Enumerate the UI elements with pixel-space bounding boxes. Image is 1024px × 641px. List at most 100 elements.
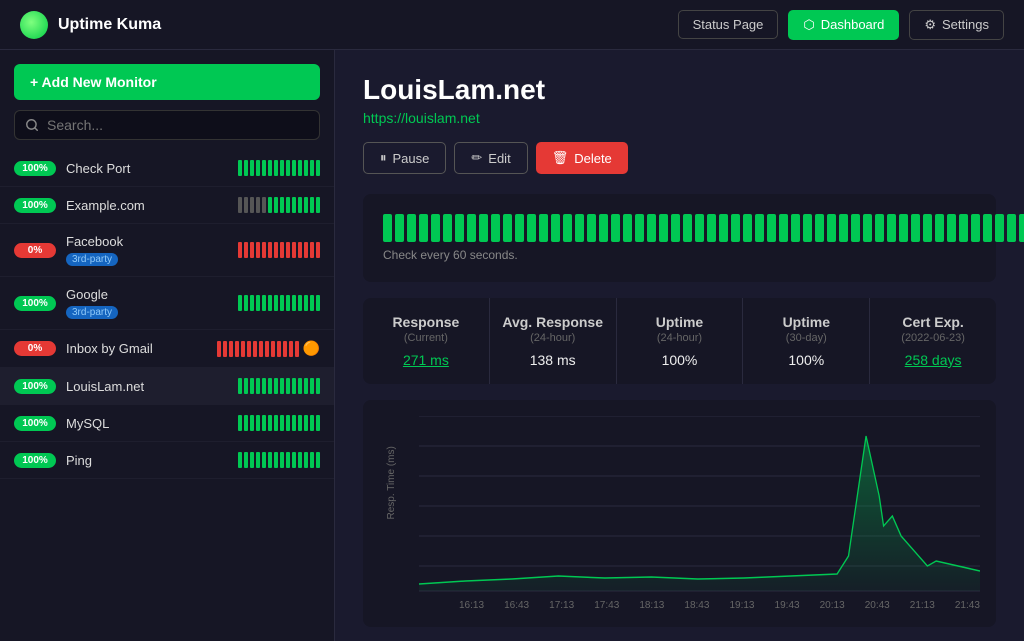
monitor-bars	[238, 160, 320, 176]
monitor-name: Facebook	[66, 234, 232, 249]
edit-button[interactable]: ✏ Edit	[454, 142, 527, 174]
uptime-bar-segment	[467, 214, 476, 242]
bar-segment	[265, 341, 269, 357]
uptime-bars	[383, 214, 1024, 242]
bar-segment	[244, 452, 248, 468]
monitor-list-item-inbox-by-gmail[interactable]: 0% Inbox by Gmail 🟠	[0, 330, 334, 368]
uptime-bar-segment	[575, 214, 584, 242]
monitor-bars	[238, 378, 320, 394]
monitor-name: Ping	[66, 453, 232, 468]
bar-segment	[286, 197, 290, 213]
bar-segment	[289, 341, 293, 357]
check-interval-text: Check every 60 seconds.	[383, 248, 1024, 262]
monitor-list-item-example-com[interactable]: 100% Example.com	[0, 187, 334, 224]
uptime-bar-segment	[719, 214, 728, 242]
response-chart: 1,200 1,000 800 600 400 200 0	[419, 416, 980, 596]
monitor-info: LouisLam.net	[66, 379, 232, 394]
bar-segment	[250, 242, 254, 258]
monitor-bars	[238, 295, 320, 311]
extra-icon: 🟠	[303, 340, 320, 357]
monitor-list-item-ping[interactable]: 100% Ping	[0, 442, 334, 479]
monitor-info: MySQL	[66, 416, 232, 431]
stat-sublabel: (24-hour)	[502, 332, 604, 344]
x-label: 21:43	[955, 600, 980, 611]
monitor-bars	[238, 242, 320, 258]
uptime-bar-segment	[419, 214, 428, 242]
bar-segment	[310, 415, 314, 431]
bar-segment	[298, 242, 302, 258]
x-label: 17:13	[549, 600, 574, 611]
uptime-bar-segment	[479, 214, 488, 242]
uptime-bar-segment	[491, 214, 500, 242]
stat-label: Cert Exp.	[882, 314, 984, 330]
bar-segment	[277, 341, 281, 357]
monitor-info: Ping	[66, 453, 232, 468]
bar-segment	[268, 197, 272, 213]
monitor-badge: 100%	[14, 453, 56, 468]
monitor-bars	[238, 197, 320, 213]
bar-segment	[286, 415, 290, 431]
monitor-list-item-facebook[interactable]: 0% Facebook 3rd-party	[0, 224, 334, 277]
monitor-tag: 3rd-party	[66, 253, 118, 266]
monitor-list-item-check-port[interactable]: 100% Check Port	[0, 150, 334, 187]
uptime-bar-segment	[395, 214, 404, 242]
monitor-list-item-mysql[interactable]: 100% MySQL	[0, 405, 334, 442]
status-page-button[interactable]: Status Page	[678, 10, 779, 39]
monitor-url[interactable]: https://louislam.net	[363, 110, 996, 126]
bar-segment	[292, 242, 296, 258]
monitor-name: Google	[66, 287, 232, 302]
x-label: 20:43	[865, 600, 890, 611]
uptime-bar-segment	[431, 214, 440, 242]
delete-button[interactable]: 🗑 Delete	[536, 142, 628, 174]
bar-segment	[268, 295, 272, 311]
monitor-list-item-louislam-net[interactable]: 100% LouisLam.net	[0, 368, 334, 405]
dashboard-button[interactable]: ⬡ Dashboard	[788, 10, 899, 40]
monitor-info: Check Port	[66, 161, 232, 176]
stats-row: Response (Current) 271 ms Avg. Response …	[363, 298, 996, 384]
stat-sublabel: (2022-06-23)	[882, 332, 984, 344]
monitor-info: Facebook 3rd-party	[66, 234, 232, 266]
uptime-bar-segment	[743, 214, 752, 242]
bar-segment	[310, 295, 314, 311]
stat-value[interactable]: 258 days	[882, 352, 984, 368]
pause-icon: ⏸	[380, 150, 387, 166]
uptime-bar-segment	[1019, 214, 1024, 242]
bar-segment	[286, 452, 290, 468]
bar-segment	[280, 295, 284, 311]
pause-button[interactable]: ⏸ Pause	[363, 142, 446, 174]
uptime-bar-segment	[887, 214, 896, 242]
bar-segment	[244, 242, 248, 258]
add-monitor-button[interactable]: + Add New Monitor	[14, 64, 320, 100]
uptime-bar-segment	[587, 214, 596, 242]
uptime-bar-segment	[863, 214, 872, 242]
uptime-bar-segment	[851, 214, 860, 242]
stat-value[interactable]: 271 ms	[375, 352, 477, 368]
uptime-bar-segment	[911, 214, 920, 242]
bar-segment	[274, 378, 278, 394]
bar-segment	[217, 341, 221, 357]
uptime-bar-segment	[983, 214, 992, 242]
settings-button[interactable]: ⚙ Settings	[909, 10, 1004, 40]
uptime-bar-segment	[671, 214, 680, 242]
bar-segment	[250, 160, 254, 176]
monitor-info: Google 3rd-party	[66, 287, 232, 319]
bar-segment	[250, 415, 254, 431]
bar-segment	[256, 378, 260, 394]
bar-segment	[298, 415, 302, 431]
stat-value: 138 ms	[502, 352, 604, 368]
search-input[interactable]	[47, 117, 309, 133]
stat-label: Uptime	[629, 314, 731, 330]
bar-segment	[286, 160, 290, 176]
x-label: 16:13	[459, 600, 484, 611]
uptime-bar-segment	[407, 214, 416, 242]
bar-segment	[238, 415, 242, 431]
monitor-list-item-google[interactable]: 100% Google 3rd-party	[0, 277, 334, 330]
bar-segment	[268, 378, 272, 394]
x-label: 18:43	[684, 600, 709, 611]
chart-container: 1,200 1,000 800 600 400 200 0	[419, 416, 980, 596]
uptime-bar-segment	[839, 214, 848, 242]
bar-segment	[256, 160, 260, 176]
bar-segment	[256, 242, 260, 258]
bar-segment	[292, 378, 296, 394]
bar-segment	[244, 295, 248, 311]
